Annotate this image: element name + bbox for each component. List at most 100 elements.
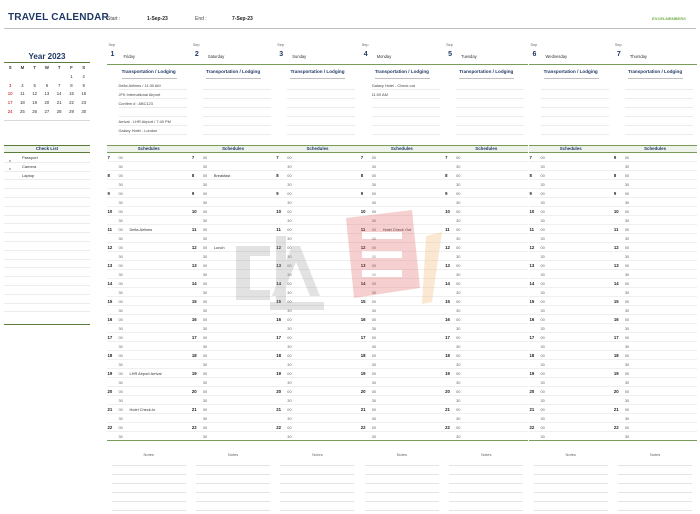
time-slot[interactable]: 30 xyxy=(444,396,529,405)
time-slot[interactable]: 30 xyxy=(359,414,445,423)
time-slot[interactable]: 30 xyxy=(612,252,698,261)
time-slot[interactable]: 20 00 xyxy=(444,387,529,396)
notes-line[interactable] xyxy=(533,474,608,475)
notes-line[interactable] xyxy=(617,465,692,466)
time-slot[interactable]: 17 00 xyxy=(106,333,191,342)
time-slot[interactable]: 30 xyxy=(444,414,529,423)
time-slot[interactable]: 18 00 xyxy=(444,351,529,360)
mini-calendar-day[interactable] xyxy=(4,73,16,82)
time-slot[interactable]: 30 xyxy=(106,180,191,189)
transport-line[interactable] xyxy=(624,99,693,108)
time-slot[interactable]: 30 xyxy=(444,216,529,225)
mini-calendar-day[interactable]: 14 xyxy=(53,90,65,99)
time-slot[interactable]: 12 00 xyxy=(359,243,445,252)
time-slot[interactable]: 12 00 xyxy=(444,243,529,252)
mini-calendar-day[interactable]: 1 xyxy=(65,73,77,82)
time-slot[interactable]: 30 xyxy=(612,306,698,315)
time-slot[interactable]: 20 00 xyxy=(612,387,698,396)
notes-line[interactable] xyxy=(195,483,270,484)
time-slot[interactable]: 8 00 xyxy=(528,171,613,180)
time-slot[interactable]: 30 xyxy=(190,378,276,387)
mini-calendar-day[interactable]: 16 xyxy=(78,90,90,99)
notes-line[interactable] xyxy=(449,483,524,484)
mini-calendar-day[interactable]: 15 xyxy=(65,90,77,99)
time-slot[interactable]: 20 00 xyxy=(275,387,360,396)
time-slot[interactable]: 10 00 xyxy=(106,207,191,216)
time-slot[interactable]: 30 xyxy=(275,252,360,261)
time-slot[interactable]: 30 xyxy=(444,162,529,171)
time-slot[interactable]: 30 xyxy=(275,180,360,189)
notes-line[interactable] xyxy=(617,510,692,511)
notes-line[interactable] xyxy=(280,501,355,502)
time-slot[interactable]: 30 xyxy=(275,234,360,243)
time-slot[interactable]: 14 00 xyxy=(190,279,276,288)
time-slot[interactable]: 30 xyxy=(190,198,276,207)
time-slot[interactable]: 14 00 xyxy=(444,279,529,288)
checklist-row[interactable] xyxy=(4,277,90,286)
time-slot[interactable]: 11 00 xyxy=(612,225,698,234)
checklist-row[interactable] xyxy=(4,224,90,234)
time-slot[interactable]: 30 xyxy=(190,162,276,171)
time-slot[interactable]: 30 xyxy=(275,414,360,423)
time-slot[interactable]: 30 xyxy=(106,360,191,369)
time-slot[interactable]: 30 xyxy=(190,324,276,333)
time-slot[interactable]: 13 00 xyxy=(612,261,698,270)
notes-line[interactable] xyxy=(449,501,524,502)
time-slot[interactable]: 15 00 xyxy=(106,297,191,306)
time-slot[interactable]: 30 xyxy=(106,342,191,351)
time-slot[interactable]: 30 xyxy=(106,216,191,225)
notes-line[interactable] xyxy=(449,474,524,475)
time-slot[interactable]: 15 00 xyxy=(359,297,445,306)
time-slot[interactable]: 30 xyxy=(612,360,698,369)
transport-line[interactable] xyxy=(456,90,525,99)
time-slot[interactable]: 10 00 xyxy=(190,207,276,216)
time-slot[interactable]: 30 xyxy=(275,162,360,171)
time-slot[interactable]: 9 00 xyxy=(612,153,698,162)
time-slot[interactable]: 16 00 xyxy=(359,315,445,324)
mini-calendar-day[interactable]: 9 xyxy=(78,82,90,91)
time-slot[interactable]: 21 00 xyxy=(444,405,529,414)
time-slot[interactable]: 12 00 Lunch xyxy=(190,243,276,252)
checklist-row[interactable] xyxy=(4,260,90,269)
mini-calendar-day[interactable] xyxy=(29,73,41,82)
time-slot[interactable]: 30 xyxy=(444,324,529,333)
mini-calendar-day[interactable]: 6 xyxy=(41,82,53,91)
transport-line[interactable] xyxy=(371,99,440,108)
time-slot[interactable]: 22 00 xyxy=(359,423,445,432)
time-slot[interactable]: 20 00 xyxy=(359,387,445,396)
mini-calendar-day[interactable]: 21 xyxy=(53,99,65,108)
notes-line[interactable] xyxy=(449,465,524,466)
notes-line[interactable] xyxy=(364,501,439,502)
transport-line[interactable] xyxy=(202,126,271,135)
time-slot[interactable]: 8 00 xyxy=(444,171,529,180)
time-slot[interactable]: 30 xyxy=(528,252,613,261)
time-slot[interactable]: 30 xyxy=(275,306,360,315)
mini-calendar-day[interactable] xyxy=(16,73,28,82)
time-slot[interactable]: 8 00 xyxy=(106,171,191,180)
time-slot[interactable]: 14 00 xyxy=(106,279,191,288)
mini-calendar-day[interactable]: 18 xyxy=(16,99,28,108)
checklist-row[interactable] xyxy=(4,189,90,198)
time-slot[interactable]: 18 00 xyxy=(275,351,360,360)
time-slot[interactable]: 19 00 xyxy=(612,369,698,378)
transport-line[interactable]: Arrival - LHR Airport / 7:40 PM xyxy=(118,117,187,126)
transport-line[interactable] xyxy=(202,99,271,108)
time-slot[interactable]: 30 xyxy=(106,414,191,423)
notes-line[interactable] xyxy=(533,465,608,466)
time-slot[interactable]: 7 00 xyxy=(444,153,529,162)
time-slot[interactable]: 30 xyxy=(275,198,360,207)
time-slot[interactable]: 30 xyxy=(612,342,698,351)
notes-line[interactable] xyxy=(364,483,439,484)
mini-calendar-day[interactable]: 12 xyxy=(29,90,41,99)
transport-line[interactable] xyxy=(624,90,693,99)
time-slot[interactable]: 30 xyxy=(190,342,276,351)
time-slot[interactable]: 30 xyxy=(106,396,191,405)
notes-line[interactable] xyxy=(533,501,608,502)
transport-line[interactable] xyxy=(202,108,271,117)
time-slot[interactable]: 18 00 xyxy=(106,351,191,360)
time-slot[interactable]: 16 00 xyxy=(444,315,529,324)
mini-calendar-day[interactable]: 27 xyxy=(41,108,53,117)
time-slot[interactable]: 30 xyxy=(444,180,529,189)
notes-line[interactable] xyxy=(195,492,270,493)
time-slot[interactable]: 30 xyxy=(359,324,445,333)
